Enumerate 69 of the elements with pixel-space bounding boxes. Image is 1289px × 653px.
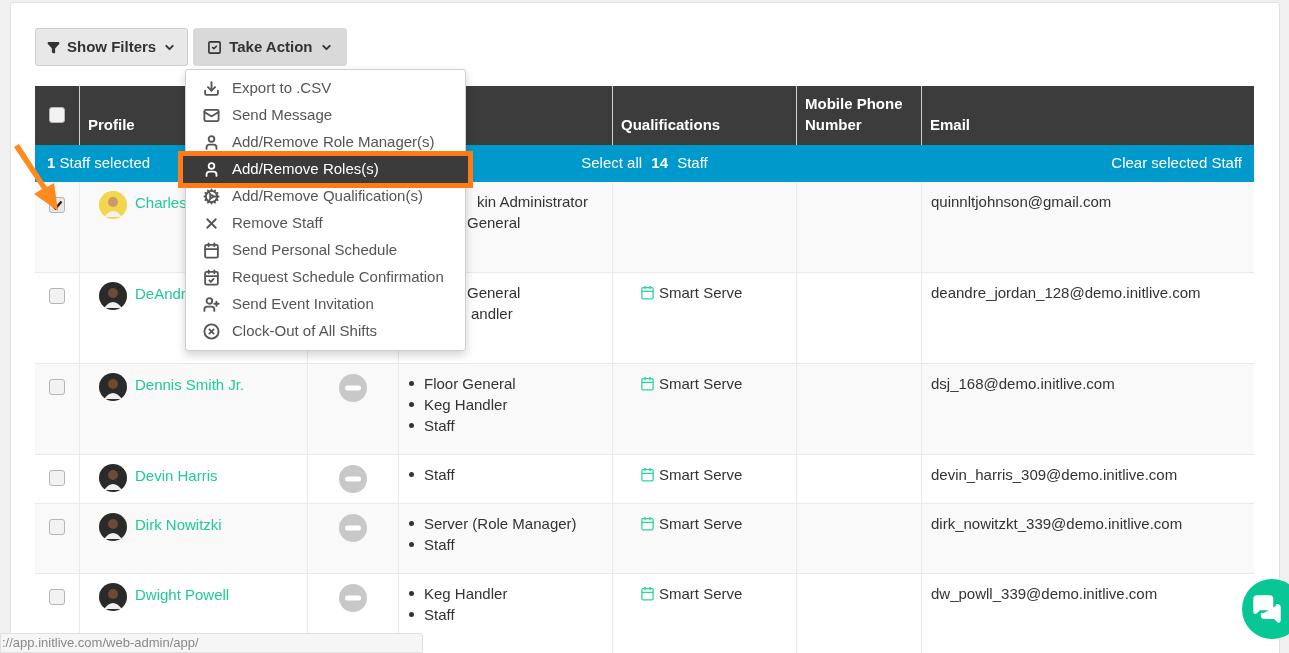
user-icon [203, 161, 220, 178]
filter-icon [47, 40, 60, 54]
role-text: Staff [424, 605, 455, 625]
table-cell: quinnltjohnson@gmail.com [922, 182, 1254, 273]
qualification-text: Smart Serve [659, 584, 743, 604]
menu-item[interactable]: Add/Remove Qualification(s) [186, 183, 465, 210]
menu-item[interactable]: Remove Staff [186, 210, 465, 237]
bullet-icon [409, 612, 414, 617]
checkbox[interactable] [49, 288, 65, 304]
role-text: kin Administrator [477, 193, 588, 210]
qualification-text: Smart Serve [659, 283, 743, 303]
role-text: Keg Handler [424, 584, 508, 604]
checkbox[interactable] [49, 589, 65, 605]
minus-circle-icon [339, 514, 367, 542]
table-cell: dirk_nowitzkt_339@demo.initlive.com [922, 504, 1254, 574]
selected-count: 1 Staff selected [47, 153, 151, 174]
calendar-check-icon [203, 269, 220, 286]
checkbox[interactable] [49, 379, 65, 395]
qualification-text: Smart Serve [659, 514, 743, 534]
circle-x-icon [203, 323, 220, 340]
bullet-icon [409, 423, 414, 428]
qualification-text: Smart Serve [659, 374, 743, 394]
menu-item[interactable]: Send Event Invitation [186, 291, 465, 318]
bullet-icon [409, 381, 414, 386]
minus-circle-icon [339, 584, 367, 612]
column-header: Qualifications [613, 86, 797, 145]
bullet-icon [409, 472, 414, 477]
menu-item[interactable]: Send Personal Schedule [186, 237, 465, 264]
table-cell: dsj_168@demo.initlive.com [922, 364, 1254, 455]
calendar-icon [640, 467, 655, 482]
show-filters-button[interactable]: Show Filters [35, 28, 189, 66]
bullet-icon [409, 402, 414, 407]
minus-circle-icon [339, 465, 367, 493]
column-header: Mobile Phone Number [797, 86, 922, 145]
calendar-icon [640, 376, 655, 391]
role-text: Staff [424, 465, 455, 485]
close-icon [203, 215, 220, 232]
role-text: Keg Handler [424, 395, 508, 415]
calendar-icon [640, 285, 655, 300]
checkbox[interactable] [49, 470, 65, 486]
checkbox-icon [207, 39, 223, 55]
checkbox[interactable] [49, 107, 65, 123]
role-text: General [467, 214, 521, 231]
role-text: General [467, 284, 521, 301]
take-action-button[interactable]: Take Action [193, 28, 347, 66]
bullet-icon [409, 591, 414, 596]
status-url: ://app.initlive.com/web-admin/app/ [2, 635, 199, 650]
calendar-icon [203, 242, 220, 259]
download-icon [203, 80, 220, 97]
gear-icon [203, 188, 220, 205]
role-text: Floor General [424, 374, 516, 394]
column-header: Email [922, 86, 1254, 145]
calendar-icon [640, 586, 655, 601]
bullet-icon [409, 542, 414, 547]
qualification-text: Smart Serve [659, 465, 743, 485]
role-text: Staff [424, 535, 455, 555]
user-icon [203, 134, 220, 151]
role-text: Staff [424, 416, 455, 436]
calendar-icon [640, 516, 655, 531]
bullet-icon [409, 521, 414, 526]
menu-item[interactable]: Clock-Out of All Shifts [186, 318, 465, 345]
role-text: Server (Role Manager) [424, 514, 577, 534]
envelope-icon [203, 107, 220, 124]
checkbox[interactable] [49, 519, 65, 535]
user-plus-icon [203, 296, 220, 313]
chat-icon [1252, 594, 1282, 624]
role-text: andler [471, 305, 513, 322]
minus-circle-icon [339, 374, 367, 402]
menu-item[interactable]: Request Schedule Confirmation [186, 264, 465, 291]
